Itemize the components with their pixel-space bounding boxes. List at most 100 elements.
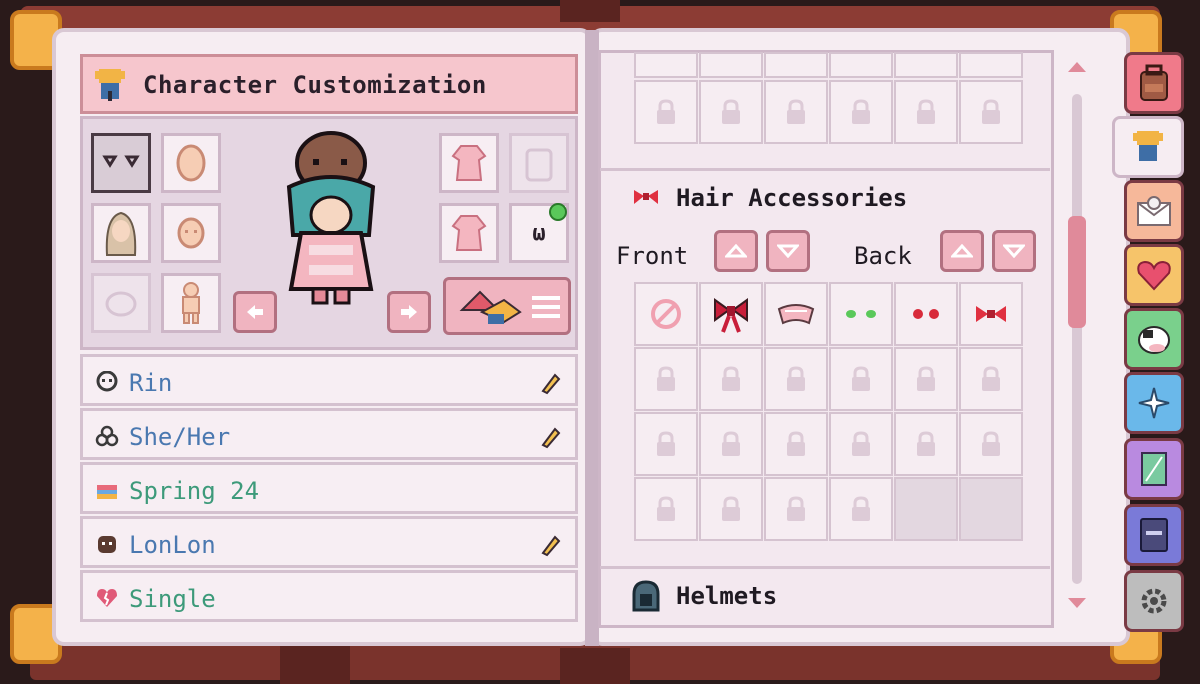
locked-item-slot xyxy=(894,412,958,476)
locked-item-slot xyxy=(894,52,958,78)
gear-icon xyxy=(1141,588,1167,614)
lock-icon xyxy=(722,99,740,124)
pet-name: LonLon xyxy=(129,531,216,559)
eyes-slot[interactable] xyxy=(91,133,151,193)
hairstyle-slot[interactable] xyxy=(91,203,151,263)
locked-item-slot xyxy=(829,52,893,78)
back-up-button[interactable] xyxy=(940,230,984,272)
triangle-up-icon xyxy=(951,244,973,258)
bow-icon xyxy=(634,190,658,204)
journal-tab[interactable] xyxy=(1124,504,1184,566)
map-tab[interactable] xyxy=(1124,438,1184,500)
empty-slot xyxy=(894,477,958,541)
settings-tab[interactable] xyxy=(1124,570,1184,632)
body-icon xyxy=(182,282,200,324)
book-strap xyxy=(280,640,350,684)
locked-item-slot xyxy=(634,347,698,411)
locked-item-slot xyxy=(829,347,893,411)
lock-icon xyxy=(657,366,675,391)
locked-item-slot xyxy=(634,412,698,476)
helmet-icon xyxy=(632,580,660,612)
locked-item-slot xyxy=(699,347,763,411)
skills-tab[interactable] xyxy=(1124,372,1184,434)
rotate-right-button[interactable] xyxy=(387,291,431,333)
section-divider xyxy=(600,168,1050,171)
item-list-scrollbar[interactable] xyxy=(1064,60,1090,614)
green-hair-clips[interactable] xyxy=(829,282,893,346)
pet-row: LonLon xyxy=(80,516,578,568)
lock-icon xyxy=(787,366,805,391)
scroll-down-icon[interactable] xyxy=(1066,596,1088,610)
front-down-button[interactable] xyxy=(766,230,810,272)
shirt-icon xyxy=(95,69,125,101)
scroll-track[interactable] xyxy=(1072,94,1082,584)
locked-slot xyxy=(91,273,151,333)
journal-book: Character Customization ω Rin She/Her Sp… xyxy=(0,0,1200,684)
mouth-slot[interactable]: ω xyxy=(509,203,569,263)
customization-header: Character Customization xyxy=(80,54,578,114)
dress-icon xyxy=(451,215,487,251)
pink-headband[interactable] xyxy=(764,282,828,346)
trefoil-icon xyxy=(95,425,119,447)
mail-icon xyxy=(1137,196,1171,226)
rotate-left-button[interactable] xyxy=(233,291,277,333)
scroll-up-icon[interactable] xyxy=(1066,60,1088,74)
hair-shape-icon xyxy=(176,144,206,182)
locked-item-slot xyxy=(634,477,698,541)
creatures-tab[interactable] xyxy=(1124,308,1184,370)
player-birthday: Spring 24 xyxy=(129,477,260,505)
lock-icon xyxy=(917,431,935,456)
small-bow-icon xyxy=(976,306,1006,322)
relationship-row: Single xyxy=(80,570,578,622)
hairstyle-back-slot[interactable] xyxy=(161,133,221,193)
pet-icon xyxy=(98,536,116,553)
dress-icon xyxy=(451,145,487,181)
lock-icon xyxy=(982,366,1000,391)
locked-item-slot xyxy=(829,80,893,144)
locked-item-slot xyxy=(699,80,763,144)
bottom-slot[interactable] xyxy=(439,203,499,263)
arrow-left-icon xyxy=(247,305,263,319)
lock-icon xyxy=(787,99,805,124)
section-title-helmets[interactable]: Helmets xyxy=(676,582,777,610)
lock-icon xyxy=(852,99,870,124)
lock-icon xyxy=(787,496,805,521)
none-option[interactable] xyxy=(634,282,698,346)
edit-pencil-icon[interactable] xyxy=(539,425,561,449)
locked-outfit-slot xyxy=(509,133,569,193)
front-up-button[interactable] xyxy=(714,230,758,272)
map-icon xyxy=(1141,452,1167,486)
appearance-editor: ω xyxy=(80,116,578,350)
book-spine xyxy=(585,30,599,646)
body-slot[interactable] xyxy=(161,273,221,333)
mail-tab[interactable] xyxy=(1124,180,1184,242)
none-icon xyxy=(651,299,681,329)
menu-icon xyxy=(532,296,560,318)
back-down-button[interactable] xyxy=(992,230,1036,272)
lock-icon xyxy=(852,431,870,456)
relationships-tab[interactable] xyxy=(1124,244,1184,306)
red-hair-bobbles[interactable] xyxy=(894,282,958,346)
triangle-down-icon xyxy=(777,244,799,258)
edit-pencil-icon[interactable] xyxy=(539,533,561,557)
lock-icon xyxy=(657,99,675,124)
lock-icon xyxy=(722,431,740,456)
scroll-thumb[interactable] xyxy=(1068,216,1086,328)
edit-pencil-icon[interactable] xyxy=(539,371,561,395)
page-title: Character Customization xyxy=(143,71,487,99)
triangle-down-icon xyxy=(1003,244,1025,258)
face-slot[interactable] xyxy=(161,203,221,263)
appearance-tab[interactable] xyxy=(1112,116,1184,178)
top-slot[interactable] xyxy=(439,133,499,193)
wardrobe-icon xyxy=(459,290,522,324)
outfit-presets-button[interactable] xyxy=(443,277,571,335)
shirt-icon xyxy=(1133,131,1163,161)
small-red-bow[interactable] xyxy=(959,282,1023,346)
eyes-icon xyxy=(102,155,140,168)
locked-item-slot xyxy=(829,412,893,476)
cake-icon xyxy=(97,485,117,499)
big-red-bow[interactable] xyxy=(699,282,763,346)
heart-icon xyxy=(1137,260,1171,291)
backpack-outline-icon xyxy=(525,148,553,182)
backpack-tab[interactable] xyxy=(1124,52,1184,114)
